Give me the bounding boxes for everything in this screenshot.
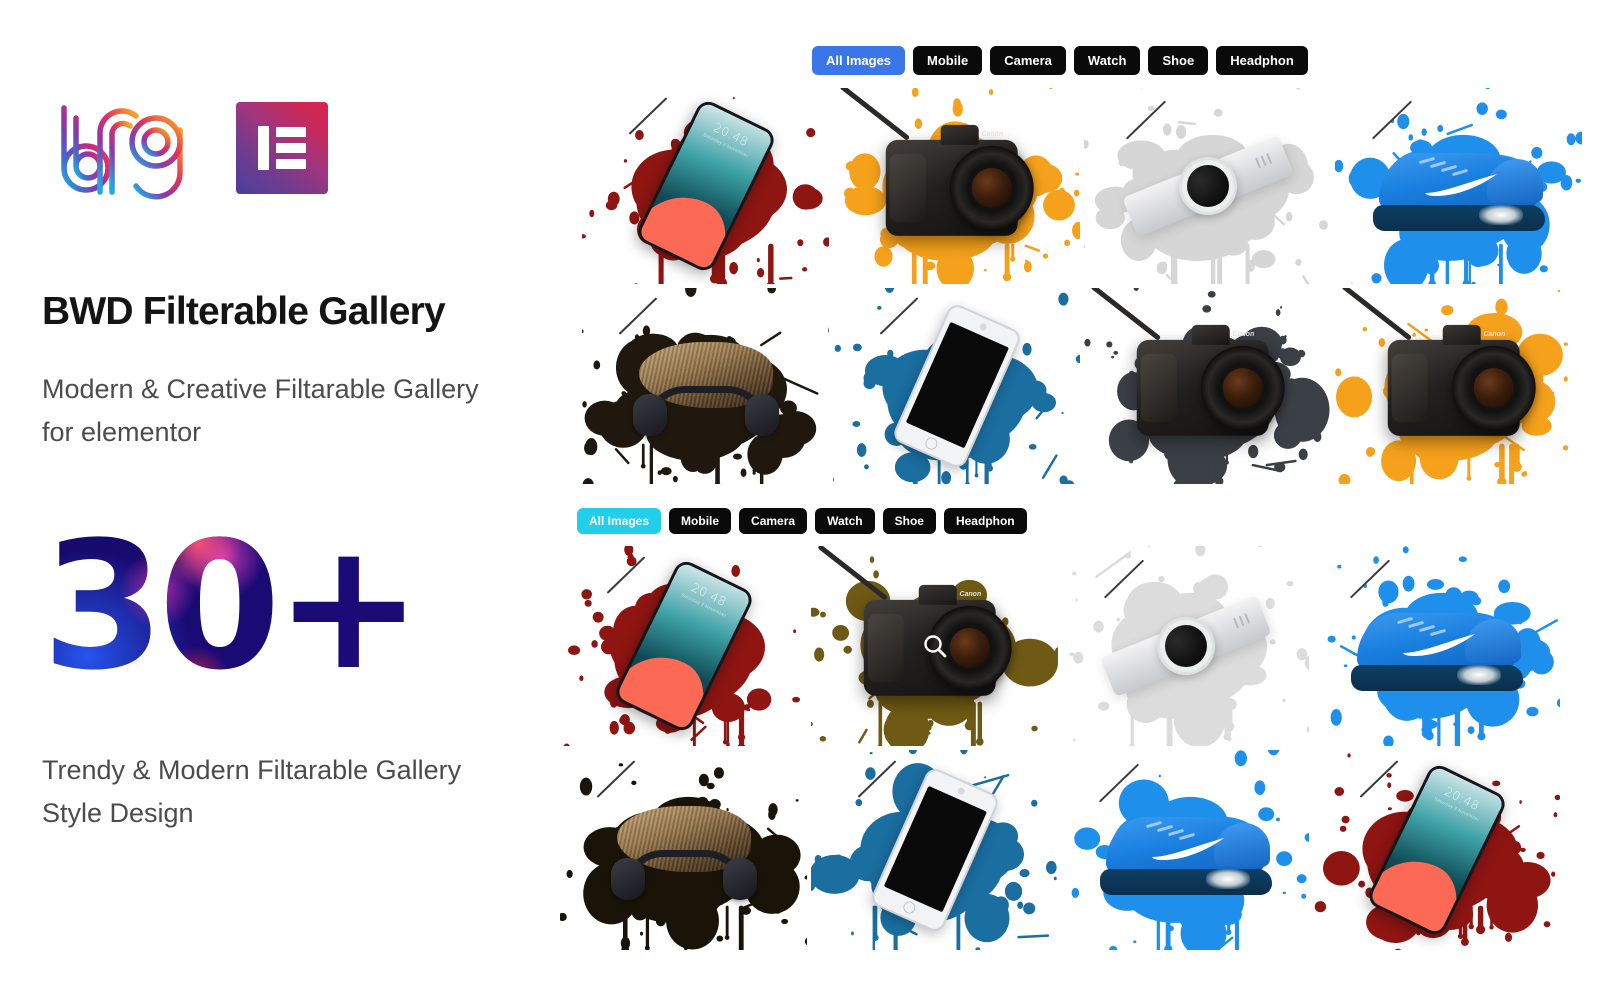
gallery-item-camera[interactable]: Canon (833, 88, 1080, 284)
camera-lens (949, 145, 1034, 230)
shoe-air-bubble (1205, 869, 1250, 889)
elementor-bar-2 (276, 143, 306, 153)
product-dslr-camera: Canon (838, 88, 1034, 236)
elementor-bar-3 (276, 159, 306, 169)
camera-brand-text: Canon (1483, 330, 1506, 338)
camera-brand-text: Canon (959, 590, 982, 598)
filter-all-images[interactable]: All Images (577, 508, 662, 534)
swoosh-icon (1402, 634, 1475, 656)
headphone-earcup-right (722, 858, 757, 900)
shoe-logo (1401, 633, 1479, 657)
elementor-horizontal-bars (276, 127, 306, 169)
elementor-bar-1 (276, 127, 306, 137)
product-headphones (631, 341, 781, 438)
filter-bar-bottom: All Images Mobile Camera Watch Shoe Headphon (577, 508, 1027, 534)
watch-screen (1180, 158, 1235, 214)
camera-viewfinder-hump (940, 124, 979, 145)
gallery-item-shoe[interactable] (1062, 750, 1309, 950)
phone-camera (956, 786, 966, 796)
gallery-item-mobile[interactable] (811, 750, 1058, 950)
promo-page: BWD Filterable Gallery Modern & Creative… (0, 0, 1600, 1000)
search-zoom-icon[interactable] (922, 633, 948, 659)
logo-row (42, 88, 520, 208)
filter-watch[interactable]: Watch (815, 508, 875, 534)
gallery-item-watch[interactable] (1084, 88, 1331, 284)
gallery-item-mobile[interactable]: 20:48 Saturday 2 November (560, 546, 807, 746)
gallery-grid-top: 20:48 Saturday 2 November Canon Canon Ca… (582, 88, 1582, 484)
gallery-item-shoe[interactable] (1313, 546, 1560, 746)
page-tagline: Trendy & Modern Filtarable Gallery Style… (42, 755, 462, 828)
camera-lens-glass (949, 627, 990, 668)
gallery-item-mobile[interactable]: 20:48 Saturday 2 November (582, 88, 829, 284)
camera-viewfinder-hump (918, 584, 957, 605)
page-title: BWD Filterable Gallery (42, 290, 446, 333)
watch-strap-holes (1232, 613, 1250, 629)
camera-grip (867, 613, 904, 682)
camera-lens-glass (971, 167, 1012, 208)
filter-mobile[interactable]: Mobile (669, 508, 732, 534)
gallery-item-watch[interactable] (1062, 546, 1309, 746)
product-headphones (609, 806, 759, 902)
elementor-logo (236, 102, 328, 194)
swoosh-icon (1151, 838, 1224, 860)
shoe-logo (1150, 837, 1228, 861)
shoe-air-bubble (1478, 204, 1523, 225)
gallery-item-camera[interactable]: Canon (1335, 288, 1582, 484)
gallery-item-camera[interactable]: Canon (1084, 288, 1331, 484)
camera-lens-glass (1222, 367, 1263, 408)
shoe-air-bubble (1456, 665, 1501, 685)
gallery-item-camera[interactable]: Canon (811, 546, 1058, 746)
bfg-logo (61, 104, 183, 200)
filter-camera[interactable]: Camera (739, 508, 808, 534)
camera-brand-text: Canon (1232, 330, 1255, 338)
camera-lens (1200, 345, 1285, 430)
camera-lens (1451, 345, 1536, 430)
page-subtitle: Modern & Creative Filtarable Gallery for… (42, 374, 479, 447)
product-dslr-camera: Canon (1340, 288, 1536, 436)
filter-headphon[interactable]: Headphon (1216, 46, 1308, 75)
phone-home-button (900, 899, 917, 916)
count-number: 30+ (42, 504, 417, 710)
phone-home-button (922, 435, 939, 452)
elementor-vertical-bar (258, 126, 269, 170)
search-zoom-icon[interactable] (922, 633, 948, 659)
gallery-area: All Images Mobile Camera Watch Shoe Headphon … (560, 0, 1600, 1000)
product-sneaker (1371, 147, 1547, 233)
gallery-item-headphon[interactable] (560, 750, 807, 950)
phone-camera (978, 322, 988, 332)
filter-mobile[interactable]: Mobile (913, 46, 983, 75)
gallery-item-shoe[interactable] (1335, 88, 1582, 284)
headphone-earcup-right (744, 393, 779, 436)
camera-viewfinder-hump (1442, 324, 1481, 345)
filter-shoe[interactable]: Shoe (1148, 46, 1209, 75)
filter-shoe[interactable]: Shoe (882, 508, 936, 534)
elementor-e-mark (258, 126, 306, 170)
gallery-item-mobile[interactable]: 20:48 Saturday 2 November (1313, 750, 1560, 950)
filter-headphon[interactable]: Headphon (943, 508, 1027, 534)
gallery-item-headphon[interactable] (582, 288, 829, 484)
product-sneaker (1349, 607, 1525, 693)
watch-screen (1158, 618, 1213, 674)
filter-all-images[interactable]: All Images (812, 46, 906, 75)
headphone-earcup-left (610, 858, 645, 900)
camera-grip (889, 153, 926, 222)
left-info-panel: BWD Filterable Gallery Modern & Creative… (0, 0, 560, 1000)
camera-grip (1391, 353, 1428, 422)
camera-grip (1140, 353, 1177, 422)
gallery-grid-bottom: 20:48 Saturday 2 November Canon 20:48 Sa… (560, 546, 1560, 950)
watch-strap-holes (1254, 153, 1272, 169)
swoosh-icon (1424, 173, 1497, 196)
gallery-item-mobile[interactable] (833, 288, 1080, 484)
shoe-logo (1423, 173, 1501, 197)
headphone-earcup-left (632, 393, 667, 436)
filter-camera[interactable]: Camera (990, 46, 1066, 75)
product-sneaker (1098, 811, 1274, 897)
count-badge: 30+ (42, 504, 520, 710)
filter-watch[interactable]: Watch (1073, 46, 1141, 75)
product-dslr-camera: Canon (1089, 288, 1285, 436)
camera-brand-text: Canon (981, 130, 1004, 138)
camera-viewfinder-hump (1191, 324, 1230, 345)
camera-lens-glass (1473, 367, 1514, 408)
filter-bar-top: All Images Mobile Camera Watch Shoe Headphon (812, 46, 1308, 75)
